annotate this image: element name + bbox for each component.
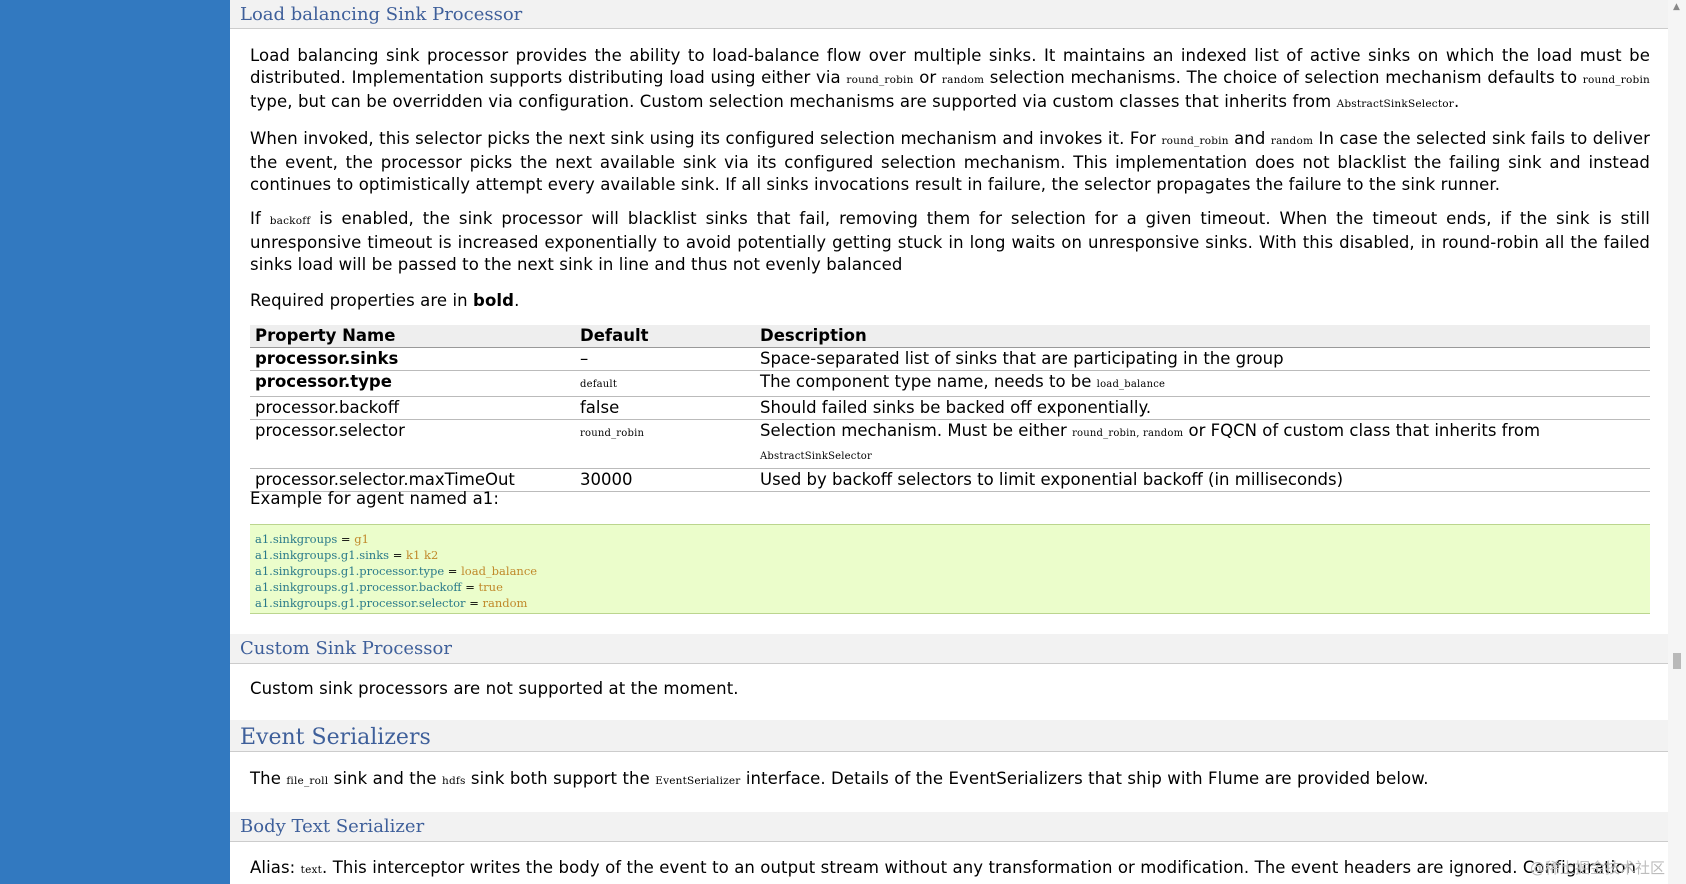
paragraph-custom-sink: Custom sink processors are not supported… [250,679,739,698]
column-header: Property Name [250,325,575,348]
inline-code: round_robin [1161,135,1229,147]
property-name: processor.backoff [250,396,575,420]
section-heading-load-balancing: Load balancing Sink Processor [230,0,1668,29]
table-header-row: Property Name Default Description [250,325,1650,348]
scroll-up-arrow-icon[interactable]: ▲ [1673,3,1680,12]
property-description: The component type name, needs to be loa… [755,370,1650,397]
scrollbar-thumb[interactable] [1673,653,1681,669]
property-default: default [575,370,755,397]
table-row: processor.sinks – Space-separated list o… [250,347,1650,371]
property-default: false [575,396,755,420]
table-row: processor.type default The component typ… [250,370,1650,397]
property-description: Should failed sinks be backed off expone… [755,396,1650,420]
code-line: a1.sinkgroups.g1.processor.backoff = tru… [255,580,503,594]
inline-code: random [941,74,985,86]
property-default: round_robin [575,419,755,469]
paragraph-event-serializers: The file_roll sink and the hdfs sink bot… [250,769,1429,788]
inline-code: random [1270,135,1314,147]
inline-code: round_robin [846,74,914,86]
column-header: Description [755,325,1650,348]
inline-code: AbstractSinkSelector [1336,98,1454,110]
inline-code: text [300,864,323,876]
paragraph-backoff: If backoff is enabled, the sink processo… [250,209,1650,274]
table-row: processor.backoff false Should failed si… [250,396,1650,420]
table-row: processor.selector round_robin Selection… [250,419,1650,469]
example-label: Example for agent named a1: [250,489,500,508]
section-heading-body-text: Body Text Serializer [230,812,1668,842]
inline-code: backoff [269,215,311,227]
code-line: a1.sinkgroups.g1.sinks = k1 k2 [255,548,439,562]
inline-code: file_roll [286,775,329,787]
vertical-scrollbar[interactable]: ▲ [1668,0,1686,884]
property-name: processor.sinks [250,347,575,371]
column-header: Default [575,325,755,348]
inline-code: EventSerializer [655,775,741,787]
paragraph-body-text: Alias: text. This interceptor writes the… [250,858,1637,877]
code-line: a1.sinkgroups = g1 [255,532,369,546]
paragraph-required: Required properties are in bold. [250,291,520,310]
property-default: – [575,347,755,371]
properties-table: Property Name Default Description proces… [250,325,1650,492]
inline-code: hdfs [441,775,466,787]
document-content: Load balancing Sink Processor Load balan… [230,0,1668,884]
paragraph-intro: Load balancing sink processor provides t… [250,46,1650,111]
property-description: Selection mechanism. Must be either roun… [755,419,1650,469]
section-heading-event-serializers: Event Serializers [230,720,1668,752]
code-line: a1.sinkgroups.g1.processor.type = load_b… [255,564,538,578]
property-description: Space-separated list of sinks that are p… [755,347,1650,371]
paragraph-invocation: When invoked, this selector picks the ne… [250,129,1650,194]
watermark: @稀土掘金技术社区 [1530,859,1666,877]
property-name: processor.selector [250,419,575,469]
code-line: a1.sinkgroups.g1.processor.selector = ra… [255,596,528,610]
property-name: processor.type [250,370,575,397]
inline-code: round_robin [1582,74,1650,86]
section-heading-custom-sink: Custom Sink Processor [230,634,1668,664]
sidebar [0,0,230,884]
code-block: a1.sinkgroups = g1 a1.sinkgroups.g1.sink… [250,524,1650,614]
